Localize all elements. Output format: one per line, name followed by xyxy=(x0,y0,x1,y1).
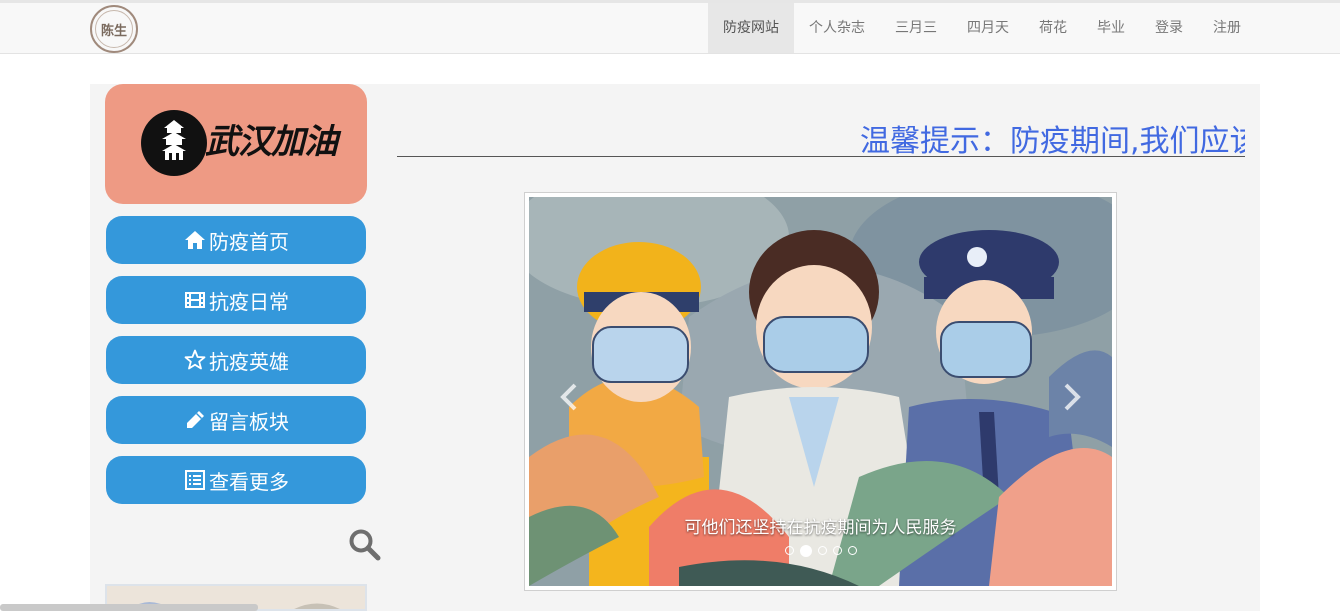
nav-item-sanyuesan[interactable]: 三月三 xyxy=(880,3,952,53)
pencil-icon xyxy=(183,408,207,432)
sidebar-item-label: 查看更多 xyxy=(209,469,289,494)
nav-item-epidemic-site[interactable]: 防疫网站 xyxy=(708,3,794,53)
sidebar-item-messages[interactable]: 留言板块 xyxy=(106,396,366,444)
sidebar-item-heroes[interactable]: 抗疫英雄 xyxy=(106,336,366,384)
carousel-indicators xyxy=(785,545,857,557)
image-carousel: 可他们还坚持在抗疫期间为人民服务 xyxy=(524,192,1117,591)
notice-marquee: 温馨提示：防疫期间,我们应该 xyxy=(397,108,1245,157)
film-icon xyxy=(183,288,207,312)
sidebar-item-label: 抗疫英雄 xyxy=(209,349,289,374)
carousel-indicator-1[interactable] xyxy=(785,546,794,555)
top-navbar: 陈生 防疫网站 个人杂志 三月三 四月天 荷花 毕业 登录 注册 xyxy=(0,3,1340,54)
star-icon xyxy=(183,348,207,372)
search-icon[interactable] xyxy=(348,528,382,562)
yellow-crane-tower-icon xyxy=(141,110,207,176)
nav-menu: 防疫网站 个人杂志 三月三 四月天 荷花 毕业 登录 注册 xyxy=(708,3,1256,53)
chevron-left-icon xyxy=(560,383,577,411)
carousel-indicator-2[interactable] xyxy=(800,545,812,557)
site-logo[interactable]: 陈生 xyxy=(90,5,138,53)
sidebar-item-home[interactable]: 防疫首页 xyxy=(106,216,366,264)
nav-item-login[interactable]: 登录 xyxy=(1140,3,1198,53)
nav-item-graduation[interactable]: 毕业 xyxy=(1082,3,1140,53)
nav-item-register[interactable]: 注册 xyxy=(1198,3,1256,53)
carousel-prev-button[interactable] xyxy=(549,377,589,417)
logo-text: 陈生 xyxy=(100,23,127,39)
notice-text: 温馨提示：防疫期间,我们应该 xyxy=(860,124,1245,157)
carousel-caption: 可他们还坚持在抗疫期间为人民服务 xyxy=(684,518,957,538)
nav-item-lotus[interactable]: 荷花 xyxy=(1024,3,1082,53)
carousel-slide: 可他们还坚持在抗疫期间为人民服务 xyxy=(529,197,1112,586)
banner-title: 武汉加油 xyxy=(205,122,338,162)
chevron-right-icon xyxy=(1064,383,1081,411)
sidebar-item-label: 抗疫日常 xyxy=(209,289,289,314)
nav-item-personal-magazine[interactable]: 个人杂志 xyxy=(794,3,880,53)
carousel-indicator-4[interactable] xyxy=(833,546,842,555)
sidebar-item-more[interactable]: 查看更多 xyxy=(106,456,366,504)
home-icon xyxy=(183,228,207,252)
wuhan-banner: 武汉加油 xyxy=(105,84,367,204)
horizontal-scrollbar[interactable] xyxy=(0,604,258,611)
nav-item-april-days[interactable]: 四月天 xyxy=(952,3,1024,53)
carousel-next-button[interactable] xyxy=(1052,377,1092,417)
sidebar-item-label: 留言板块 xyxy=(209,409,289,434)
sidebar-item-label: 防疫首页 xyxy=(209,229,289,254)
sidebar-item-daily[interactable]: 抗疫日常 xyxy=(106,276,366,324)
carousel-indicator-5[interactable] xyxy=(848,546,857,555)
carousel-indicator-3[interactable] xyxy=(818,546,827,555)
list-icon xyxy=(183,468,207,492)
